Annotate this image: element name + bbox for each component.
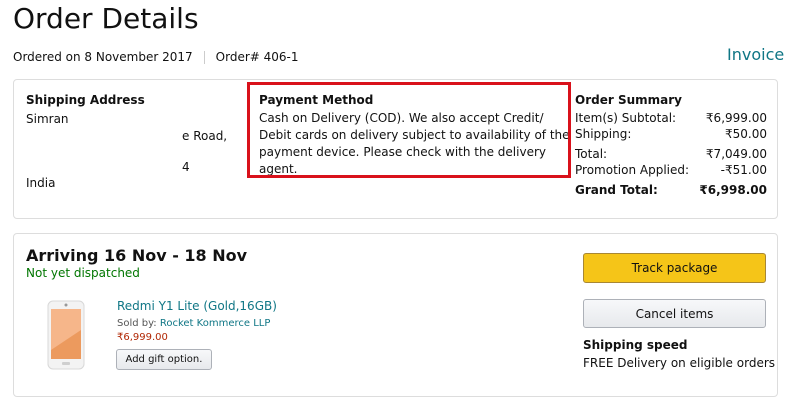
summary-label: Promotion Applied: [575,163,690,177]
page-title: Order Details [13,2,199,35]
product-name-link[interactable]: Redmi Y1 Lite (Gold,16GB) [117,299,277,313]
summary-row-total: Total: ₹7,049.00 [575,147,767,161]
product-thumbnail[interactable] [47,300,85,370]
summary-row-promotion: Promotion Applied: -₹51.00 [575,163,767,177]
shipping-speed-text: FREE Delivery on eligible orders [583,356,776,370]
order-summary-heading: Order Summary [575,93,682,107]
shipping-speed-heading: Shipping speed [583,338,688,352]
summary-value: ₹6,999.00 [705,111,767,125]
add-gift-option-button[interactable]: Add gift option. [116,349,212,370]
summary-value: ₹50.00 [725,127,767,141]
arrival-date-range: Arriving 16 Nov - 18 Nov [26,246,248,265]
grand-total-label: Grand Total: [575,183,658,197]
shipment-status: Not yet dispatched [26,266,140,280]
summary-label: Shipping: [575,127,632,141]
summary-value: ₹7,049.00 [705,147,767,161]
summary-row-grand-total: Grand Total: ₹6,998.00 [575,183,767,197]
payment-highlight-box [247,82,571,178]
shipping-address-heading: Shipping Address [26,93,145,107]
shipping-address-line1: e Road, [182,129,228,143]
summary-row-subtotal: Item(s) Subtotal: ₹6,999.00 [575,111,767,125]
order-meta: Ordered on 8 November 2017 Order# 406-1 [13,50,299,64]
invoice-link[interactable]: Invoice [727,45,784,64]
grand-total-value: ₹6,998.00 [699,183,767,197]
product-price: ₹6,999.00 [117,332,168,343]
summary-label: Item(s) Subtotal: [575,111,677,125]
summary-value: -₹51.00 [720,163,767,177]
summary-label: Total: [575,147,608,161]
sold-by: Sold by: Rocket Kommerce LLP [117,318,270,329]
seller-link[interactable]: Rocket Kommerce LLP [160,318,271,329]
order-number: Order# 406-1 [215,50,299,64]
cancel-items-button[interactable]: Cancel items [583,299,766,328]
ordered-on-date: Ordered on 8 November 2017 [13,50,193,64]
track-package-button[interactable]: Track package [583,253,766,283]
shipping-name: Simran [26,112,69,126]
shipping-address-line2: 4 [182,160,190,174]
sold-by-label: Sold by: [117,318,160,329]
summary-row-shipping: Shipping: ₹50.00 [575,127,767,141]
meta-divider [203,50,205,64]
shipping-country: India [26,176,56,190]
